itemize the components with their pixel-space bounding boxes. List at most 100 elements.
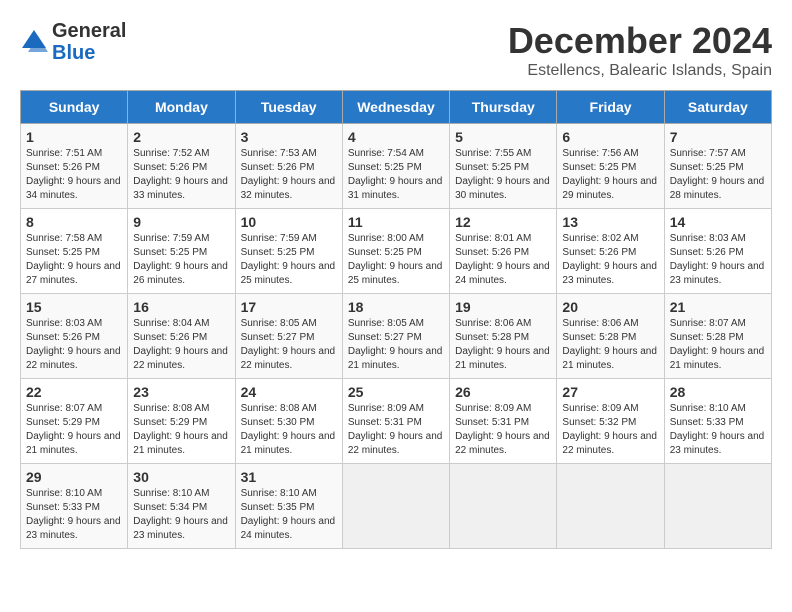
day-number: 14 [670,214,766,230]
day-detail: Sunrise: 7:59 AMSunset: 5:25 PMDaylight:… [133,232,229,288]
day-number: 2 [133,129,229,145]
day-number: 6 [562,129,658,145]
location-title: Estellencs, Balearic Islands, Spain [508,62,772,80]
header-day-wednesday: Wednesday [342,91,449,124]
calendar-cell: 18 Sunrise: 8:05 AMSunset: 5:27 PMDaylig… [342,294,449,379]
day-number: 8 [26,214,122,230]
day-number: 28 [670,384,766,400]
calendar-table: SundayMondayTuesdayWednesdayThursdayFrid… [20,90,772,549]
day-detail: Sunrise: 7:55 AMSunset: 5:25 PMDaylight:… [455,147,551,203]
header: General Blue December 2024 Estellencs, B… [20,20,772,80]
day-number: 20 [562,299,658,315]
day-detail: Sunrise: 7:59 AMSunset: 5:25 PMDaylight:… [241,232,337,288]
calendar-week-2: 8 Sunrise: 7:58 AMSunset: 5:25 PMDayligh… [21,209,772,294]
calendar-header: SundayMondayTuesdayWednesdayThursdayFrid… [21,91,772,124]
calendar-cell: 24 Sunrise: 8:08 AMSunset: 5:30 PMDaylig… [235,379,342,464]
calendar-cell: 30 Sunrise: 8:10 AMSunset: 5:34 PMDaylig… [128,464,235,549]
day-number: 1 [26,129,122,145]
day-number: 22 [26,384,122,400]
day-detail: Sunrise: 7:53 AMSunset: 5:26 PMDaylight:… [241,147,337,203]
day-detail: Sunrise: 8:06 AMSunset: 5:28 PMDaylight:… [455,317,551,373]
day-detail: Sunrise: 8:09 AMSunset: 5:32 PMDaylight:… [562,402,658,458]
calendar-cell: 4 Sunrise: 7:54 AMSunset: 5:25 PMDayligh… [342,124,449,209]
logo: General Blue [20,20,126,64]
logo-general: General [52,20,126,42]
day-number: 26 [455,384,551,400]
day-detail: Sunrise: 8:08 AMSunset: 5:30 PMDaylight:… [241,402,337,458]
calendar-cell: 10 Sunrise: 7:59 AMSunset: 5:25 PMDaylig… [235,209,342,294]
calendar-cell: 11 Sunrise: 8:00 AMSunset: 5:25 PMDaylig… [342,209,449,294]
calendar-cell: 3 Sunrise: 7:53 AMSunset: 5:26 PMDayligh… [235,124,342,209]
day-number: 18 [348,299,444,315]
day-number: 31 [241,469,337,485]
calendar-cell: 12 Sunrise: 8:01 AMSunset: 5:26 PMDaylig… [450,209,557,294]
calendar-cell: 26 Sunrise: 8:09 AMSunset: 5:31 PMDaylig… [450,379,557,464]
calendar-week-1: 1 Sunrise: 7:51 AMSunset: 5:26 PMDayligh… [21,124,772,209]
day-number: 25 [348,384,444,400]
calendar-cell: 1 Sunrise: 7:51 AMSunset: 5:26 PMDayligh… [21,124,128,209]
day-detail: Sunrise: 8:07 AMSunset: 5:29 PMDaylight:… [26,402,122,458]
day-detail: Sunrise: 8:03 AMSunset: 5:26 PMDaylight:… [26,317,122,373]
day-number: 27 [562,384,658,400]
day-detail: Sunrise: 8:10 AMSunset: 5:34 PMDaylight:… [133,487,229,543]
day-detail: Sunrise: 8:09 AMSunset: 5:31 PMDaylight:… [348,402,444,458]
logo-blue: Blue [52,42,126,64]
day-detail: Sunrise: 8:06 AMSunset: 5:28 PMDaylight:… [562,317,658,373]
day-number: 21 [670,299,766,315]
header-day-monday: Monday [128,91,235,124]
calendar-cell: 29 Sunrise: 8:10 AMSunset: 5:33 PMDaylig… [21,464,128,549]
day-number: 4 [348,129,444,145]
day-number: 16 [133,299,229,315]
calendar-cell: 17 Sunrise: 8:05 AMSunset: 5:27 PMDaylig… [235,294,342,379]
calendar-cell [450,464,557,549]
calendar-cell: 19 Sunrise: 8:06 AMSunset: 5:28 PMDaylig… [450,294,557,379]
calendar-cell: 5 Sunrise: 7:55 AMSunset: 5:25 PMDayligh… [450,124,557,209]
day-detail: Sunrise: 8:03 AMSunset: 5:26 PMDaylight:… [670,232,766,288]
day-detail: Sunrise: 7:51 AMSunset: 5:26 PMDaylight:… [26,147,122,203]
day-number: 11 [348,214,444,230]
day-detail: Sunrise: 8:02 AMSunset: 5:26 PMDaylight:… [562,232,658,288]
day-detail: Sunrise: 8:10 AMSunset: 5:33 PMDaylight:… [670,402,766,458]
logo-icon [20,28,48,56]
day-number: 9 [133,214,229,230]
day-detail: Sunrise: 7:52 AMSunset: 5:26 PMDaylight:… [133,147,229,203]
day-detail: Sunrise: 8:00 AMSunset: 5:25 PMDaylight:… [348,232,444,288]
day-detail: Sunrise: 8:05 AMSunset: 5:27 PMDaylight:… [241,317,337,373]
title-area: December 2024 Estellencs, Balearic Islan… [508,20,772,80]
header-row: SundayMondayTuesdayWednesdayThursdayFrid… [21,91,772,124]
calendar-cell: 16 Sunrise: 8:04 AMSunset: 5:26 PMDaylig… [128,294,235,379]
calendar-cell: 8 Sunrise: 7:58 AMSunset: 5:25 PMDayligh… [21,209,128,294]
header-day-saturday: Saturday [664,91,771,124]
header-day-tuesday: Tuesday [235,91,342,124]
day-detail: Sunrise: 8:04 AMSunset: 5:26 PMDaylight:… [133,317,229,373]
day-detail: Sunrise: 7:54 AMSunset: 5:25 PMDaylight:… [348,147,444,203]
calendar-cell [557,464,664,549]
day-number: 13 [562,214,658,230]
day-detail: Sunrise: 8:01 AMSunset: 5:26 PMDaylight:… [455,232,551,288]
calendar-cell: 6 Sunrise: 7:56 AMSunset: 5:25 PMDayligh… [557,124,664,209]
day-detail: Sunrise: 7:56 AMSunset: 5:25 PMDaylight:… [562,147,658,203]
day-number: 30 [133,469,229,485]
calendar-cell: 27 Sunrise: 8:09 AMSunset: 5:32 PMDaylig… [557,379,664,464]
calendar-cell: 28 Sunrise: 8:10 AMSunset: 5:33 PMDaylig… [664,379,771,464]
calendar-cell: 2 Sunrise: 7:52 AMSunset: 5:26 PMDayligh… [128,124,235,209]
day-detail: Sunrise: 7:58 AMSunset: 5:25 PMDaylight:… [26,232,122,288]
calendar-week-3: 15 Sunrise: 8:03 AMSunset: 5:26 PMDaylig… [21,294,772,379]
day-number: 12 [455,214,551,230]
calendar-cell [342,464,449,549]
day-number: 17 [241,299,337,315]
day-detail: Sunrise: 7:57 AMSunset: 5:25 PMDaylight:… [670,147,766,203]
day-number: 23 [133,384,229,400]
calendar-cell: 13 Sunrise: 8:02 AMSunset: 5:26 PMDaylig… [557,209,664,294]
calendar-cell: 7 Sunrise: 7:57 AMSunset: 5:25 PMDayligh… [664,124,771,209]
logo-text: General Blue [52,20,126,64]
month-title: December 2024 [508,20,772,62]
calendar-cell: 20 Sunrise: 8:06 AMSunset: 5:28 PMDaylig… [557,294,664,379]
day-detail: Sunrise: 8:10 AMSunset: 5:33 PMDaylight:… [26,487,122,543]
calendar-cell: 14 Sunrise: 8:03 AMSunset: 5:26 PMDaylig… [664,209,771,294]
header-day-friday: Friday [557,91,664,124]
calendar-cell: 22 Sunrise: 8:07 AMSunset: 5:29 PMDaylig… [21,379,128,464]
calendar-cell: 15 Sunrise: 8:03 AMSunset: 5:26 PMDaylig… [21,294,128,379]
day-number: 5 [455,129,551,145]
calendar-cell: 21 Sunrise: 8:07 AMSunset: 5:28 PMDaylig… [664,294,771,379]
